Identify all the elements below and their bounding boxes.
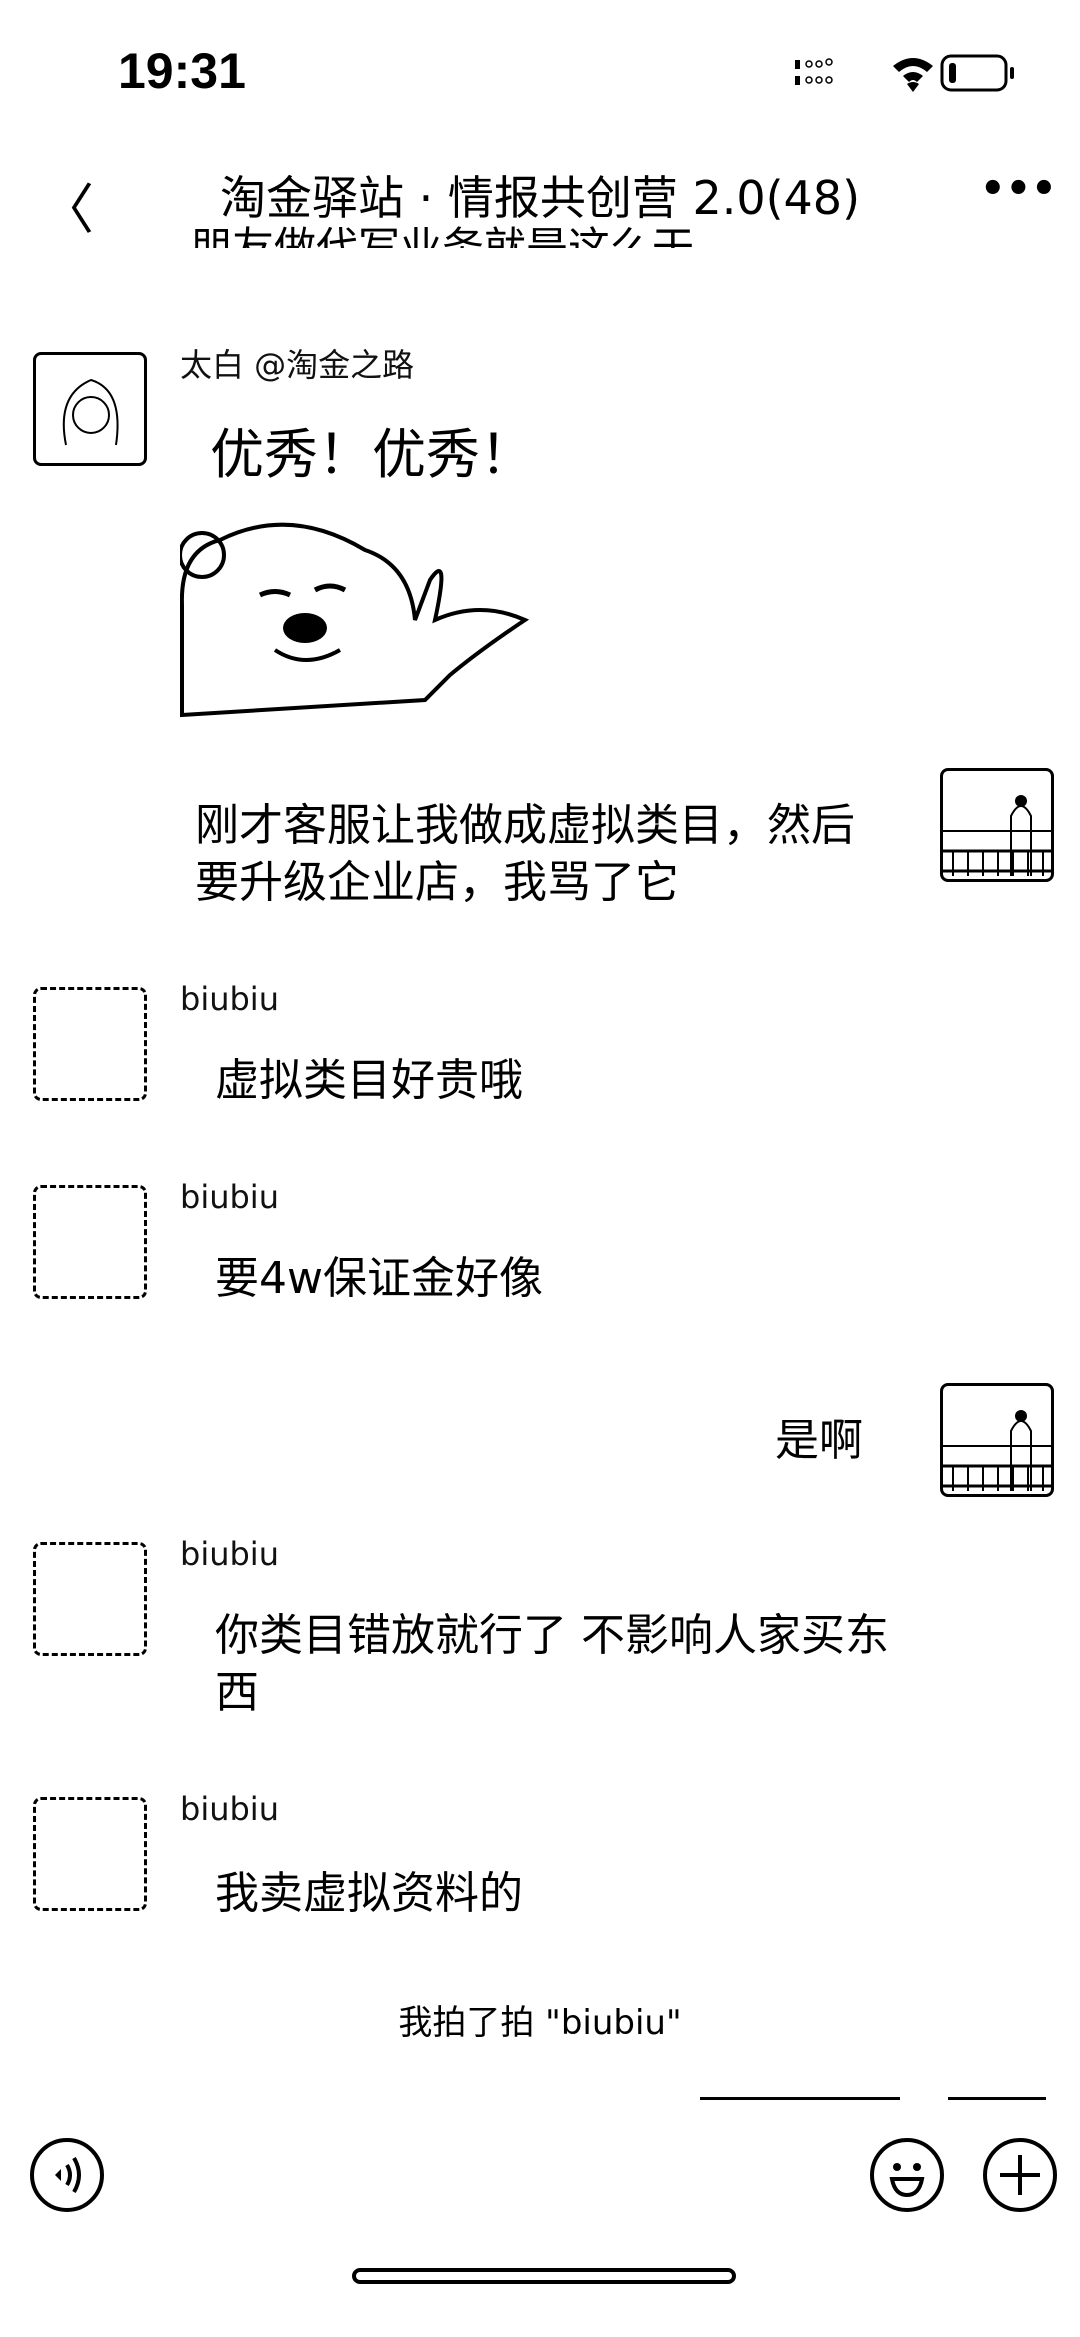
status-icons (795, 54, 1014, 92)
sender-name: biubiu (180, 1790, 279, 1828)
sender-name: biubiu (180, 1535, 279, 1573)
emoji-icon (889, 2163, 925, 2198)
system-message: 我拍了拍 "biubiu" (398, 2003, 682, 2043)
message-text[interactable]: 要4w保证金好像 (215, 1250, 543, 1307)
avatar[interactable] (33, 1185, 147, 1299)
my-avatar[interactable] (940, 768, 1054, 882)
plus-icon (1000, 2155, 1040, 2195)
sender-name: biubiu (180, 1178, 279, 1216)
battery-icon (940, 54, 1014, 92)
voice-button[interactable] (30, 2138, 104, 2212)
message-text[interactable]: 刚才客服让我做成虚拟类目，然后要升级企业店，我骂了它 (195, 797, 895, 911)
more-button[interactable]: ••• (980, 166, 1057, 212)
divider (700, 2097, 900, 2100)
status-time: 19:31 (118, 43, 246, 99)
sender-name: biubiu (180, 980, 279, 1018)
avatar[interactable] (33, 1797, 147, 1911)
panda-meme-sticker[interactable] (180, 510, 535, 720)
voice-icon (55, 2156, 81, 2194)
divider (948, 2097, 1046, 2100)
signal-icon (795, 58, 833, 85)
avatar[interactable] (33, 352, 147, 466)
my-avatar[interactable] (940, 1383, 1054, 1497)
message-text[interactable]: 你类目错放就行了 不影响人家买东西 (215, 1607, 915, 1721)
avatar[interactable] (33, 987, 147, 1101)
avatar[interactable] (33, 1542, 147, 1656)
message-text[interactable]: 是啊 (775, 1412, 863, 1469)
sender-name: 太白 @淘金之路 (180, 346, 415, 384)
home-indicator[interactable] (352, 2268, 736, 2284)
plus-button[interactable] (983, 2138, 1057, 2212)
message-text[interactable]: 我卖虚拟资料的 (215, 1865, 523, 1922)
message-text[interactable]: 优秀！优秀！ (210, 420, 534, 490)
cut-off-message: 朋友做代写业务就是这么干 (190, 223, 695, 248)
message-text[interactable]: 虚拟类目好贵哦 (215, 1052, 523, 1109)
more-icon: ••• (980, 166, 1057, 212)
emoji-button[interactable] (870, 2138, 944, 2212)
wifi-icon (893, 58, 933, 92)
